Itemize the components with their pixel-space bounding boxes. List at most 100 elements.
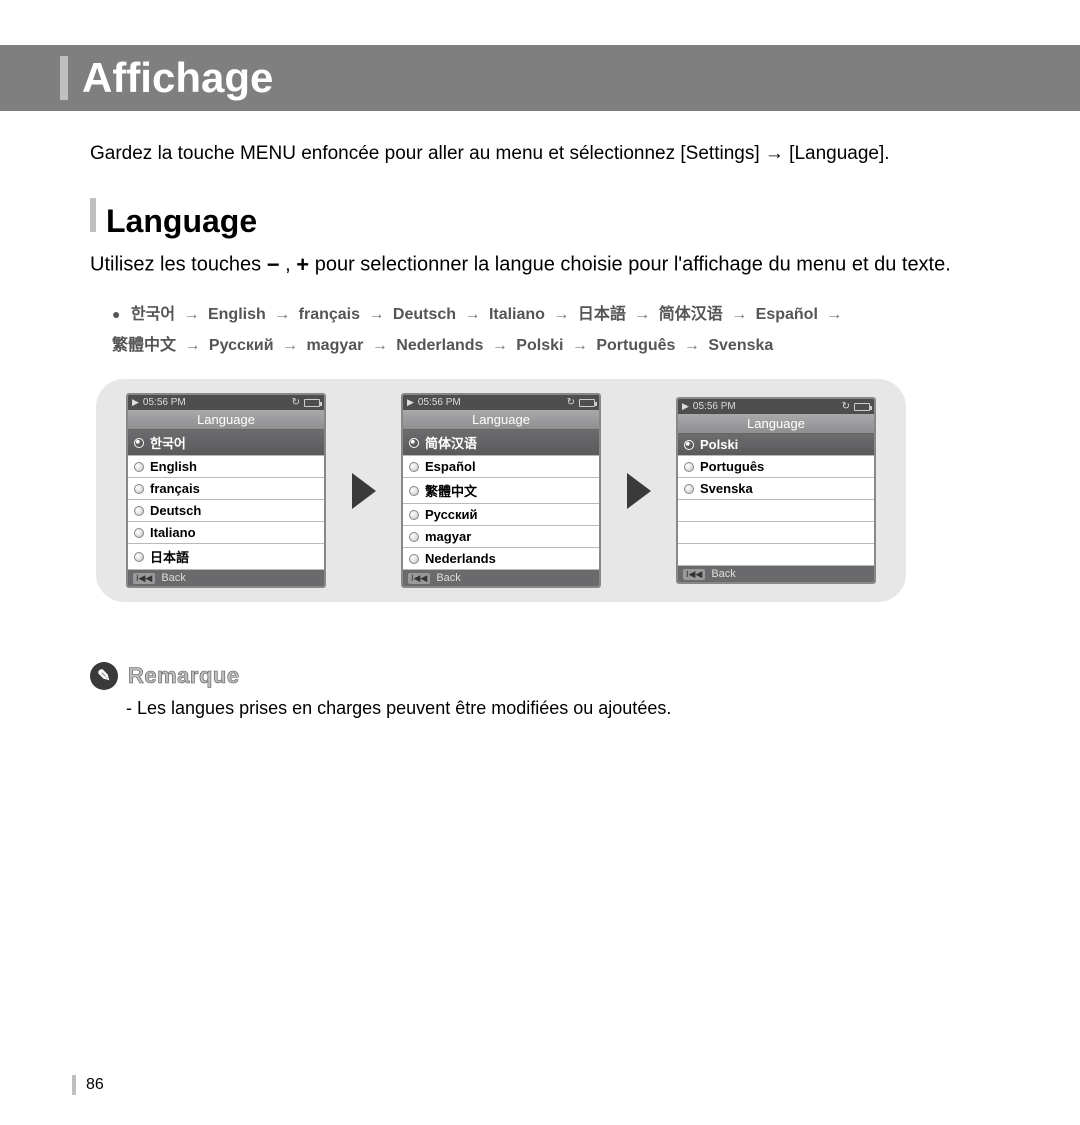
screen-title: Language <box>403 410 599 430</box>
radio-icon <box>684 440 694 450</box>
radio-icon <box>134 528 144 538</box>
arrow-right-icon <box>627 473 651 509</box>
list-item[interactable]: Polski <box>678 434 874 456</box>
list-item[interactable]: Português <box>678 456 874 478</box>
language-list: 한국어 English français Deutsch Italiano 日本語 <box>128 430 324 570</box>
section-description: Utilisez les touches − , + pour selectio… <box>90 250 1010 281</box>
list-item-label: 简体汉语 <box>425 433 477 452</box>
play-icon: ▶ <box>407 397 414 408</box>
radio-icon <box>134 438 144 448</box>
device-screen: ▶05:56 PM↻Language한국어EnglishfrançaisDeut… <box>126 393 326 588</box>
radio-icon <box>409 438 419 448</box>
radio-icon <box>684 484 694 494</box>
status-bar: ▶05:56 PM↻ <box>678 399 874 414</box>
list-item[interactable]: Nederlands <box>403 548 599 570</box>
screen-title: Language <box>678 414 874 434</box>
radio-icon <box>409 510 419 520</box>
note-label: Remarque <box>128 663 240 689</box>
list-item-label: 한국어 <box>150 433 186 452</box>
list-item[interactable]: Русский <box>403 504 599 526</box>
language-sequence: ● 한국어 → English → français → Deutsch → I… <box>112 300 1010 361</box>
arrow-icon: → <box>487 337 512 354</box>
section-header: Language <box>90 198 1010 240</box>
arrow-icon: → <box>679 337 704 354</box>
arrow-icon: → <box>278 337 303 354</box>
language-list: 简体汉语 Español繁體中文 Русский magyarNederlands <box>403 430 599 570</box>
arrow-icon: → <box>364 306 389 323</box>
list-item-label: français <box>150 481 200 496</box>
lang-seq-item: français <box>299 306 360 323</box>
lang-seq-item: Polski <box>516 337 563 354</box>
back-key-icon: I◀◀ <box>408 573 430 584</box>
list-item[interactable]: français <box>128 478 324 500</box>
arrow-icon: → <box>180 337 205 354</box>
header-bar: Affichage <box>0 45 1080 111</box>
list-item[interactable]: 简体汉语 <box>403 430 599 456</box>
status-time: 05:56 PM <box>418 397 461 408</box>
list-item-label: Svenska <box>700 481 753 496</box>
list-item[interactable]: Italiano <box>128 522 324 544</box>
repeat-icon: ↻ <box>567 397 575 408</box>
lang-seq-item: Deutsch <box>393 306 456 323</box>
screen-title: Language <box>128 410 324 430</box>
plus-icon: + <box>296 252 309 277</box>
lang-seq-item: Svenska <box>708 337 773 354</box>
radio-icon <box>134 462 144 472</box>
list-item[interactable]: 繁體中文 <box>403 478 599 504</box>
list-item[interactable]: 日本語 <box>128 544 324 570</box>
battery-icon <box>579 399 595 407</box>
bullet-icon: ● <box>112 306 120 322</box>
list-item[interactable]: Español <box>403 456 599 478</box>
lang-seq-item: Nederlands <box>396 337 483 354</box>
list-item-label: Deutsch <box>150 503 201 518</box>
device-screen: ▶ 05:56 PM ↻ Language 简体汉语 Español繁體中文 Русский… <box>401 393 601 588</box>
back-key-icon: I◀◀ <box>683 569 705 580</box>
screen-footer: I◀◀Back <box>128 570 324 586</box>
back-label[interactable]: Back <box>161 572 185 584</box>
list-item-label: Русский <box>425 507 478 522</box>
radio-icon <box>409 486 419 496</box>
list-item <box>678 544 874 566</box>
radio-icon <box>134 484 144 494</box>
status-time: 05:56 PM <box>143 397 186 408</box>
arrow-icon: → <box>822 306 842 323</box>
arrow-icon: → <box>630 306 655 323</box>
device-screen: ▶05:56 PM↻Language Polski Português Svenska… <box>676 397 876 584</box>
lang-seq-item: Español <box>756 306 818 323</box>
lang-seq-item: 한국어 <box>131 306 175 323</box>
play-icon: ▶ <box>132 397 139 408</box>
list-item <box>678 500 874 522</box>
section-accent <box>90 198 96 232</box>
list-item[interactable]: magyar <box>403 526 599 548</box>
page-title: Affichage <box>82 54 273 102</box>
lang-seq-item: Português <box>596 337 675 354</box>
note-header: ✎ Remarque <box>90 662 1010 690</box>
header-accent <box>60 56 68 100</box>
list-item[interactable]: Svenska <box>678 478 874 500</box>
lang-seq-item: Русский <box>209 337 274 354</box>
pencil-icon: ✎ <box>90 662 118 690</box>
list-item-label: Italiano <box>150 525 196 540</box>
status-bar: ▶ 05:56 PM ↻ <box>403 395 599 410</box>
back-label[interactable]: Back <box>436 572 460 584</box>
screenshots-panel: ▶05:56 PM↻Language한국어EnglishfrançaisDeut… <box>96 379 906 602</box>
list-item-label: Polski <box>700 437 738 452</box>
content-area: Gardez la touche MENU enfoncée pour alle… <box>0 111 1080 719</box>
list-item[interactable]: Deutsch <box>128 500 324 522</box>
screen-footer: I◀◀ Back <box>403 570 599 586</box>
lang-seq-item: 日本語 <box>578 306 626 323</box>
radio-icon <box>409 554 419 564</box>
radio-icon <box>134 506 144 516</box>
list-item[interactable]: English <box>128 456 324 478</box>
back-label[interactable]: Back <box>711 568 735 580</box>
lang-seq-item: 简体汉语 <box>659 306 723 323</box>
status-time: 05:56 PM <box>693 401 736 412</box>
page-number: 86 <box>86 1076 104 1094</box>
list-item[interactable]: 한국어 <box>128 430 324 456</box>
list-item <box>678 522 874 544</box>
list-item-label: Português <box>700 459 764 474</box>
arrow-icon: → <box>549 306 574 323</box>
minus-icon: − <box>267 252 280 277</box>
arrow-icon: → <box>460 306 485 323</box>
list-item-label: 日本語 <box>150 547 189 566</box>
